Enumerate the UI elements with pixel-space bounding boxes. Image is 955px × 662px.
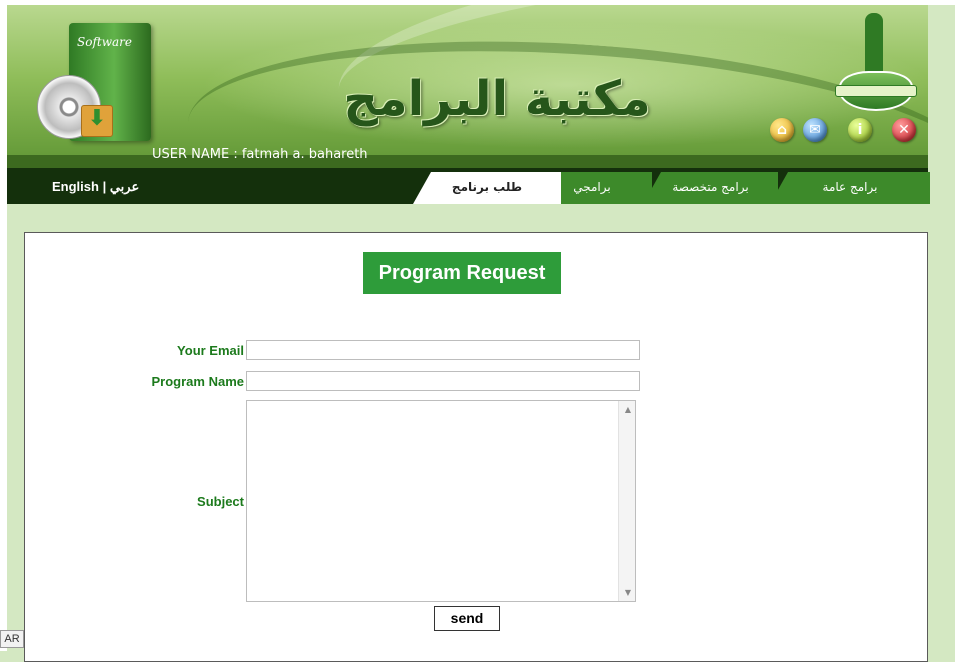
language-switcher: English | عربي [52,179,139,195]
install-icon: ⬇ [81,105,113,137]
left-edge [0,0,7,651]
site-title: مكتبة البرامج [343,71,651,127]
mail-icon[interactable]: ✉ [803,118,827,142]
lang-separator: | [102,179,107,194]
seal-ribbon [835,85,917,97]
username-value: fatmah a. bahareth [241,147,368,162]
program-name-field[interactable] [246,371,640,391]
program-name-label: Program Name [151,374,244,389]
seal-tower [865,13,883,73]
language-indicator[interactable]: AR [0,630,24,648]
info-icon[interactable]: i [848,118,872,142]
lang-arabic-link[interactable]: عربي [110,179,139,194]
scroll-down-icon[interactable]: ▼ [625,588,631,597]
tab-specialized-programs[interactable]: برامج متخصصة [643,172,778,204]
lang-english-link[interactable]: English [52,179,99,194]
tab-program-request[interactable]: طلب برنامج [413,172,561,204]
tab-general-programs[interactable]: برامج عامة [770,172,930,204]
university-seal-logo [835,13,917,117]
username-label: USER NAME : [152,147,238,162]
close-icon[interactable]: ✕ [892,118,916,142]
scroll-up-icon[interactable]: ▲ [625,405,631,414]
home-icon[interactable]: ⌂ [770,118,794,142]
header-banner: Software ⬇ مكتبة البرامج USER NAME : fat… [7,5,928,168]
username-display: USER NAME : fatmah a. bahareth [152,147,368,162]
textarea-scrollbar[interactable]: ▲ ▼ [618,401,635,601]
subject-textarea[interactable]: ▲ ▼ [246,400,636,602]
subject-label: Subject [197,494,244,509]
software-box-label: Software [77,35,132,49]
nav-bar: English | عربي برامج عامة برامج متخصصة ب… [7,168,930,204]
email-label: Your Email [177,343,244,358]
banner-band [7,155,928,168]
send-button[interactable]: send [434,606,500,631]
email-field[interactable] [246,340,640,360]
form-title: Program Request [363,252,561,294]
